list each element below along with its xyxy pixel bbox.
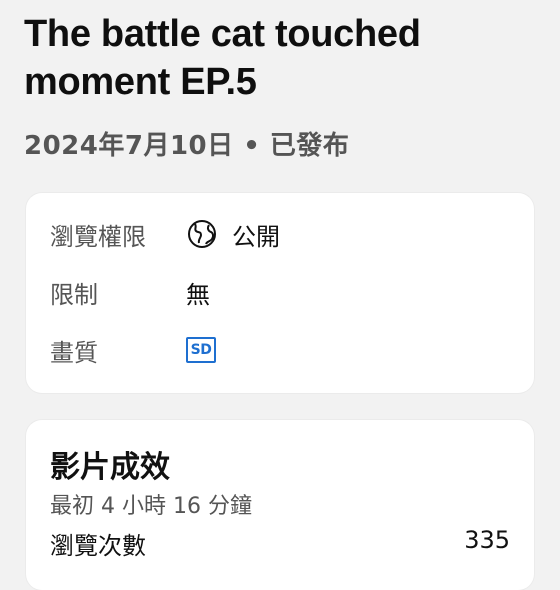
views-value: 335: [464, 526, 510, 554]
restrictions-label: 限制: [50, 280, 98, 309]
video-details-card[interactable]: 瀏覽權限 公開 限制 無 畫質 SD: [26, 193, 534, 393]
restrictions-value: 無: [186, 280, 210, 309]
quality-label: 畫質: [50, 338, 98, 367]
restrictions-row[interactable]: 限制 無: [50, 272, 210, 312]
views-row: 瀏覽次數 335: [50, 526, 510, 561]
video-title: The battle cat touched moment EP.5: [24, 13, 421, 103]
visibility-row[interactable]: 瀏覽權限 公開: [50, 214, 280, 254]
visibility-value: 公開: [232, 222, 280, 251]
performance-subtitle: 最初 4 小時 16 分鐘: [50, 494, 252, 519]
globe-icon: [188, 220, 216, 248]
sd-badge-icon: SD: [186, 337, 216, 363]
views-label: 瀏覽次數: [50, 532, 146, 560]
visibility-label: 瀏覽權限: [50, 222, 146, 251]
video-performance-card[interactable]: 影片成效 最初 4 小時 16 分鐘 瀏覽次數 335: [26, 420, 534, 590]
publish-meta: 2024年7月10日 • 已發布: [24, 131, 350, 161]
performance-title: 影片成效: [50, 450, 170, 485]
quality-row[interactable]: 畫質 SD: [50, 330, 216, 370]
